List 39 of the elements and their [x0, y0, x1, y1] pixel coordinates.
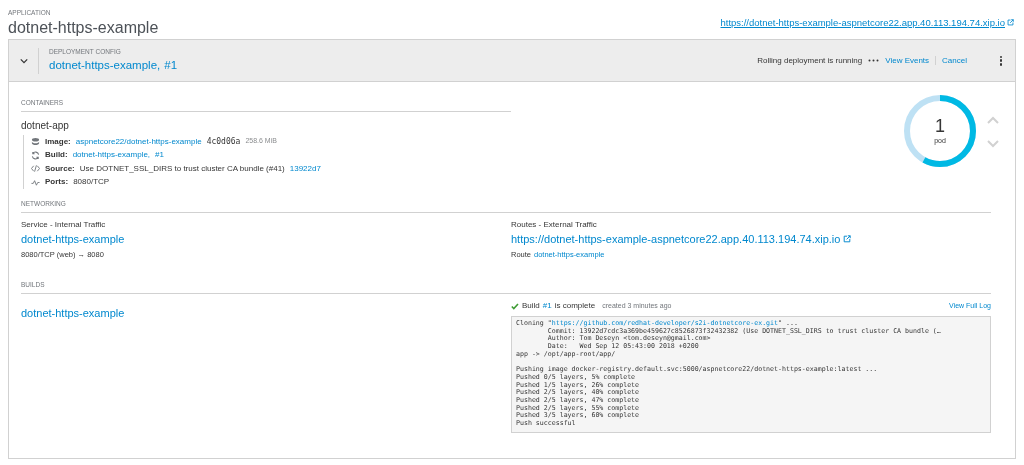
service-link[interactable]: dotnet-https-example: [21, 230, 511, 247]
cancel-link[interactable]: Cancel: [942, 54, 967, 67]
application-url-link[interactable]: https://dotnet-https-example-aspnetcore22.app.40.113.194.74.xip.io: [720, 15, 1016, 38]
detail-text: 8080/TCP: [73, 176, 110, 188]
pulse-icon: [31, 177, 40, 187]
detail-label: Build:: [45, 149, 68, 161]
layers-icon: [31, 137, 40, 146]
detail-label: Source:: [45, 162, 75, 175]
view-events-link[interactable]: View Events: [885, 54, 930, 67]
revision-link[interactable]: #1: [164, 56, 178, 74]
image-digest: 4c0d06a: [206, 135, 241, 148]
detail-label: Image:: [45, 135, 71, 148]
detail-label: Ports:: [45, 176, 69, 188]
build-status: Build: [522, 300, 540, 312]
external-link-icon: [843, 234, 852, 243]
build-config-link[interactable]: dotnet-https-example: [21, 307, 125, 319]
scale-up-icon[interactable]: [987, 116, 999, 124]
detail-link[interactable]: 13922d7: [289, 162, 321, 175]
routes-heading: Routes - External Traffic: [511, 218, 598, 231]
refresh-icon: [31, 150, 40, 160]
build-number-link[interactable]: #1: [542, 300, 552, 312]
pod-count: 1: [935, 115, 945, 136]
check-icon: [511, 302, 519, 310]
deployment-status: Rolling deployment is running: [757, 54, 863, 67]
loading-dots-icon: [868, 59, 880, 62]
build-status: is complete: [554, 300, 596, 312]
build-number-link[interactable]: #1: [155, 149, 164, 161]
code-icon: [31, 164, 40, 173]
detail-text: Use DOTNET_SSL_DIRS to trust cluster CA bundle (#41): [79, 162, 285, 175]
external-link-icon: [1007, 19, 1014, 27]
scale-down-icon[interactable]: [987, 140, 999, 148]
container-name: dotnet-app: [21, 118, 70, 133]
chevron-icon: [19, 56, 28, 65]
application-name: dotnet-https-example: [8, 18, 159, 38]
route-url-link[interactable]: https://dotnet-https-example-aspnetcore22.app.40.113.194.74.xip.io: [511, 230, 991, 247]
deployment-name-link[interactable]: dotnet-https-example,: [49, 56, 161, 74]
detail-link[interactable]: dotnet-https-example,: [72, 149, 151, 161]
service-heading: Service - Internal Traffic: [21, 218, 107, 231]
detail-link[interactable]: aspnetcore22/dotnet-https-example: [75, 135, 202, 148]
